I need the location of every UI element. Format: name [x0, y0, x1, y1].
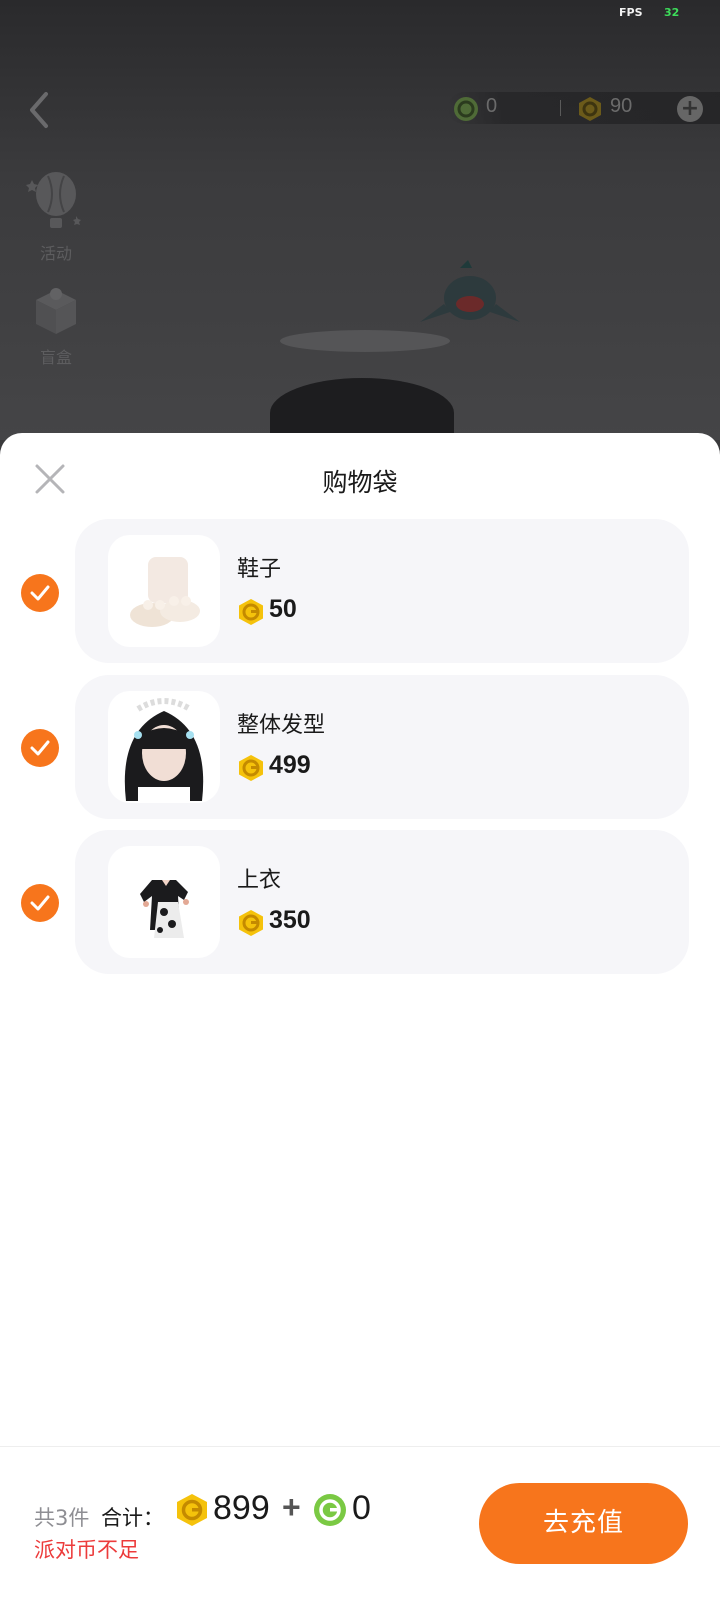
gold-coin-icon	[177, 1494, 207, 1526]
activity-button[interactable]: 活动	[26, 170, 86, 264]
gold-coin-icon	[239, 599, 263, 625]
shopping-bag-sheet: 购物袋 鞋子 50 整体发型 499 上衣 350	[0, 433, 720, 1600]
fps-label: FPS	[619, 6, 643, 19]
display-platform	[280, 330, 450, 352]
hot-air-balloon-icon	[26, 172, 81, 228]
gold-coin-icon	[239, 910, 263, 936]
plus-sign: +	[282, 1489, 301, 1525]
plus-icon: +	[680, 96, 700, 121]
hairstyle-thumbnail	[108, 691, 220, 803]
item-price: 499	[269, 751, 311, 779]
cart-item-card[interactable]: 上衣 350	[75, 830, 689, 974]
item-name: 鞋子	[237, 557, 282, 582]
item-checkbox[interactable]	[21, 884, 59, 922]
green-total: 0	[352, 1489, 371, 1527]
item-price: 350	[269, 906, 311, 934]
top-thumbnail	[108, 846, 220, 958]
activity-label: 活动	[39, 244, 72, 263]
gold-currency-value: 90	[610, 95, 633, 117]
recharge-button[interactable]: 去充值	[479, 1483, 688, 1564]
avatar-figure	[270, 378, 454, 440]
fps-value: 32	[664, 6, 680, 19]
item-checkbox[interactable]	[21, 729, 59, 767]
game-scene-background: FPS 32 0 90 + 活动 盲盒	[0, 0, 720, 440]
gold-coin-icon	[239, 755, 263, 781]
gold-total: 899	[213, 1489, 270, 1527]
checkmark-icon	[30, 585, 50, 601]
cart-item-card[interactable]: 鞋子 50	[75, 519, 689, 663]
green-currency-value: 0	[486, 95, 498, 117]
slippers-thumbnail	[108, 535, 220, 647]
blind-box-label: 盲盒	[39, 348, 72, 367]
item-count: 共3件	[34, 1506, 90, 1530]
cart-item-card[interactable]: 整体发型 499	[75, 675, 689, 819]
item-name: 整体发型	[237, 713, 326, 738]
add-currency-button[interactable]: +	[677, 96, 703, 122]
total-label: 合计：	[101, 1506, 164, 1530]
insufficient-funds-warning: 派对币不足	[34, 1538, 139, 1562]
checkout-footer: 共3件 合计： 899 + 0 派对币不足 去充值	[0, 1446, 720, 1600]
checkmark-icon	[30, 895, 50, 911]
sheet-title: 购物袋	[322, 468, 398, 497]
item-checkbox[interactable]	[21, 574, 59, 612]
checkmark-icon	[30, 740, 50, 756]
green-coin-icon	[314, 1494, 346, 1526]
gold-coin-icon	[579, 97, 601, 121]
item-name: 上衣	[237, 868, 282, 893]
currency-divider	[560, 100, 561, 116]
blind-box-button[interactable]: 盲盒	[26, 278, 86, 368]
green-coin-icon	[454, 97, 478, 121]
gift-box-icon	[36, 288, 76, 334]
back-button[interactable]	[22, 88, 58, 132]
chevron-left-icon	[30, 92, 48, 128]
item-price: 50	[269, 595, 297, 623]
shark-pet-figure	[420, 260, 520, 322]
